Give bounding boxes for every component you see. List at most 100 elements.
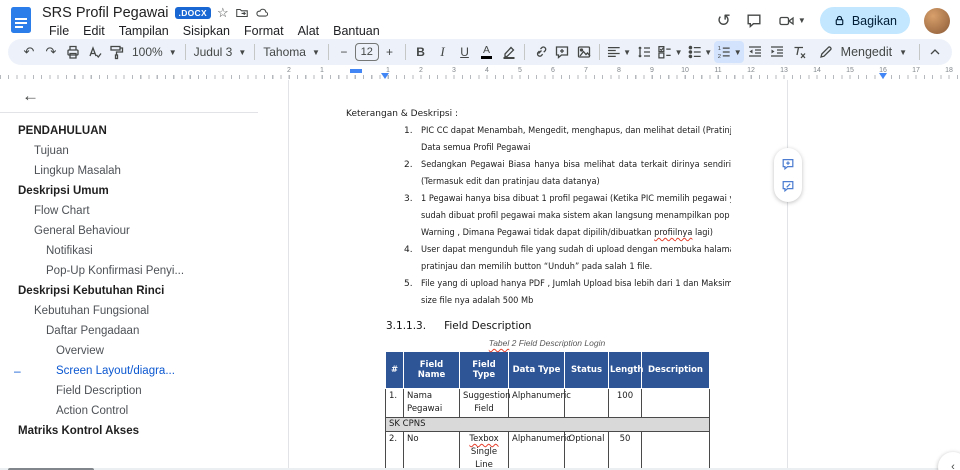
- doc-line[interactable]: size file nya adalah 500 Mb: [421, 293, 731, 310]
- table-cell[interactable]: [641, 431, 710, 470]
- table-cell[interactable]: 50: [608, 431, 642, 470]
- doc-line[interactable]: PIC CC dapat Menambah, Mengedit, menghap…: [421, 123, 731, 140]
- print-icon[interactable]: [62, 41, 84, 63]
- table-header-cell[interactable]: #: [385, 351, 404, 389]
- editing-mode-select[interactable]: Mengedit ▼: [810, 41, 915, 63]
- avatar[interactable]: [924, 7, 950, 34]
- add-comment-icon[interactable]: [781, 157, 795, 171]
- outline-item-flow-chart[interactable]: Flow Chart: [0, 201, 268, 221]
- table-cell[interactable]: Alphanumeric: [508, 431, 571, 470]
- table-cell[interactable]: 1.: [385, 388, 404, 418]
- outline-item-deskripsi-kebutuhan-rinci[interactable]: Deskripsi Kebutuhan Rinci: [0, 281, 268, 301]
- table-cell[interactable]: Suggestion Field: [459, 388, 511, 418]
- section-heading[interactable]: 3.1.1.3. Field Description: [386, 318, 787, 334]
- indent-increase-icon[interactable]: [766, 41, 788, 63]
- italic-icon[interactable]: I: [432, 41, 454, 63]
- outline-item-tujuan[interactable]: Tujuan: [0, 141, 268, 161]
- first-line-indent-marker[interactable]: [350, 69, 362, 73]
- menu-edit[interactable]: Edit: [76, 24, 112, 38]
- align-icon[interactable]: ▼: [604, 41, 634, 63]
- table-section-row[interactable]: SK CPNS: [385, 417, 710, 432]
- doc-line[interactable]: Sedangkan Pegawai Biasa hanya bisa melih…: [421, 157, 731, 174]
- spellcheck-icon[interactable]: [84, 41, 106, 63]
- outline-item-deskripsi-umum[interactable]: Deskripsi Umum: [0, 181, 268, 201]
- table-header-cell[interactable]: Field Type: [459, 351, 509, 389]
- decrease-font-size-button[interactable]: −: [333, 41, 355, 63]
- doc-line[interactable]: User dapat mengunduh file yang sudah di …: [421, 242, 731, 259]
- outline-item-notifikasi[interactable]: Notifikasi: [0, 241, 268, 261]
- outline-item-pendahuluan[interactable]: PENDAHULUAN: [0, 121, 268, 141]
- history-icon[interactable]: ↺: [717, 11, 731, 30]
- outline-item-general-behaviour[interactable]: General Behaviour: [0, 221, 268, 241]
- table-cell[interactable]: Optional: [564, 431, 609, 470]
- table-caption[interactable]: Tabel 2 Field Description Login: [385, 337, 709, 349]
- list-item[interactable]: 5. File yang di upload hanya PDF , Jumlah…: [404, 276, 787, 310]
- outline-item-matriks-kontrol-akses[interactable]: Matriks Kontrol Akses: [0, 421, 268, 441]
- dropdown-caret-icon[interactable]: ▼: [238, 48, 246, 57]
- numbered-list-icon[interactable]: 1 2 ▼: [714, 41, 744, 63]
- table-cell[interactable]: Alphanumeric: [508, 388, 571, 418]
- table-cell[interactable]: Nama Pegawai: [403, 388, 460, 418]
- menu-tampilan[interactable]: Tampilan: [112, 24, 176, 38]
- document-page[interactable]: Keterangan & Deskripsi : 1. PIC CC dapat …: [288, 80, 788, 470]
- table-header-cell[interactable]: Description: [641, 351, 710, 389]
- move-folder-icon[interactable]: [235, 6, 249, 20]
- indent-decrease-icon[interactable]: [744, 41, 766, 63]
- dropdown-caret-icon[interactable]: ▼: [798, 16, 806, 25]
- menu-sisipkan[interactable]: Sisipkan: [176, 24, 237, 38]
- table-header-cell[interactable]: Field Name: [403, 351, 460, 389]
- table-section-cell[interactable]: SK CPNS: [385, 417, 710, 432]
- clear-format-icon[interactable]: [788, 41, 810, 63]
- outline-item-lingkup-masalah[interactable]: Lingkup Masalah: [0, 161, 268, 181]
- outline-item-screen-layout-diagra-[interactable]: – Screen Layout/diagra...: [0, 361, 268, 381]
- menu-file[interactable]: File: [42, 24, 76, 38]
- dropdown-caret-icon[interactable]: ▼: [312, 48, 320, 57]
- outline-item-kebutuhan-fungsional[interactable]: Kebutuhan Fungsional: [0, 301, 268, 321]
- outline-item-field-description[interactable]: Field Description: [0, 381, 268, 401]
- outline-item-daftar-pengadaan[interactable]: Daftar Pengadaan: [0, 321, 268, 341]
- doc-line[interactable]: (Termasuk edit dan pratinjau data datany…: [421, 174, 731, 191]
- add-comment-icon[interactable]: [551, 41, 573, 63]
- doc-line[interactable]: sudah dibuat profil pegawai maka sistem …: [421, 208, 731, 225]
- doc-line[interactable]: 1 Pegawai hanya bisa dibuat 1 profil peg…: [421, 191, 731, 208]
- font-size-input[interactable]: 12: [354, 43, 379, 61]
- styles-select[interactable]: Judul 3 ▼: [190, 41, 251, 63]
- document-title[interactable]: SRS Profil Pegawai: [42, 5, 169, 21]
- zoom-select[interactable]: 100% ▼: [128, 41, 181, 63]
- suggest-edit-icon[interactable]: [781, 179, 795, 193]
- outline-item-pop-up-konfirmasi-penyi-[interactable]: Pop-Up Konfirmasi Penyi...: [0, 261, 268, 281]
- table-row[interactable]: 1. Nama Pegawai Suggestion Field Alphanumeric…: [385, 388, 710, 418]
- docs-logo-icon[interactable]: [10, 6, 34, 36]
- doc-line[interactable]: File yang di upload hanya PDF , Jumlah U…: [421, 276, 731, 293]
- collapse-toolbar-icon[interactable]: [924, 41, 946, 63]
- table-header-cell[interactable]: Data Type: [508, 351, 565, 389]
- menu-format[interactable]: Format: [237, 24, 291, 38]
- table-cell[interactable]: 100: [608, 388, 642, 418]
- table-cell[interactable]: 2.: [385, 431, 404, 470]
- table-header-cell[interactable]: Status: [564, 351, 609, 389]
- menu-alat[interactable]: Alat: [291, 24, 327, 38]
- doc-line[interactable]: Data semua Profil Pegawai: [421, 140, 731, 157]
- list-item[interactable]: 1. PIC CC dapat Menambah, Mengedit, mengh…: [404, 123, 787, 157]
- table-cell[interactable]: [564, 388, 609, 418]
- redo-icon[interactable]: ↷: [40, 41, 62, 63]
- undo-icon[interactable]: ↶: [18, 41, 40, 63]
- table-cell[interactable]: Texbox Single Line: [459, 431, 509, 470]
- list-item[interactable]: 2. Sedangkan Pegawai Biasa hanya bisa mel…: [404, 157, 787, 191]
- doc-line[interactable]: pratinjau dan memilih button “Unduh” pad…: [421, 259, 731, 276]
- bold-icon[interactable]: B: [410, 41, 432, 63]
- increase-font-size-button[interactable]: +: [379, 41, 401, 63]
- intro-paragraph[interactable]: Keterangan & Deskripsi :: [346, 106, 787, 123]
- paint-format-icon[interactable]: [106, 41, 128, 63]
- close-outline-icon[interactable]: ←: [22, 86, 39, 106]
- share-button[interactable]: Bagikan: [819, 7, 910, 34]
- table-cell[interactable]: No: [403, 431, 460, 470]
- video-call-button[interactable]: ▼: [777, 13, 806, 29]
- star-icon[interactable]: ☆: [217, 6, 229, 20]
- table-row[interactable]: 2. No Texbox Single Line Alphanumeric Optiona…: [385, 431, 710, 470]
- comments-icon[interactable]: [745, 12, 763, 29]
- bullet-list-icon[interactable]: ▼: [685, 41, 715, 63]
- underline-icon[interactable]: U: [454, 41, 476, 63]
- outline-item-action-control[interactable]: Action Control: [0, 401, 268, 421]
- ruler[interactable]: 2 1 1 2 3 4 5 6 7 8 9 10 11 12 13 14 15 16 17 18: [0, 67, 960, 80]
